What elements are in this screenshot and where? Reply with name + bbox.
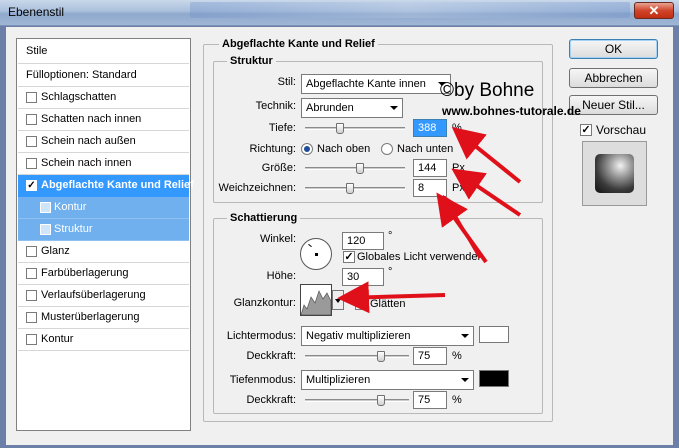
arrow-to-groesse (451, 168, 522, 217)
arrow-to-tiefe (451, 126, 522, 184)
arrow-to-glanzkontur (337, 281, 446, 314)
arrow-to-weichzeichnen-2 (442, 194, 482, 259)
annotation-arrows (337, 126, 522, 314)
